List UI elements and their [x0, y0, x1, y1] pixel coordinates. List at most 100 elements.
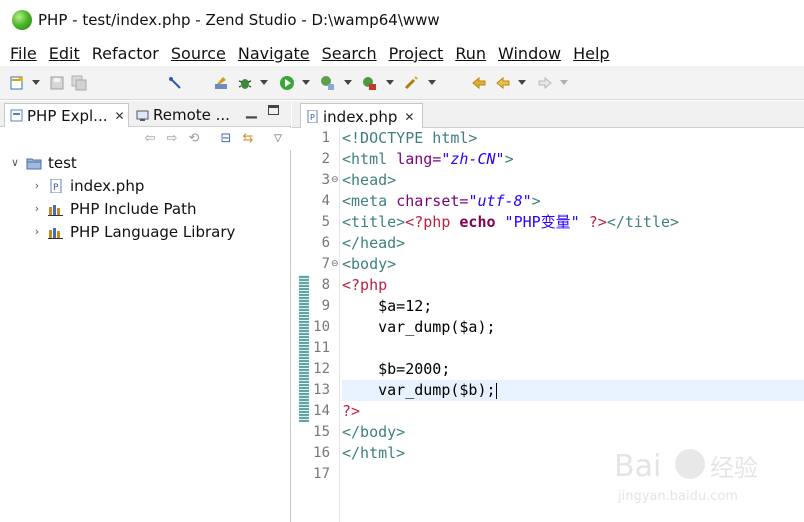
code-line: <body>: [342, 255, 397, 273]
up-nav-icon[interactable]: ⟲: [186, 131, 202, 147]
new-dropdown-icon[interactable]: [32, 80, 40, 85]
tree-label: PHP Include Path: [70, 199, 197, 218]
menu-help[interactable]: Help: [567, 44, 615, 63]
main-toolbar: [0, 66, 804, 100]
svg-text:经验: 经验: [710, 454, 758, 482]
line-number: 12: [313, 361, 330, 377]
menu-edit[interactable]: Edit: [43, 44, 86, 63]
close-icon[interactable]: ✕: [115, 109, 125, 123]
code-line: <?php: [342, 276, 388, 294]
code-line: $a=12;: [342, 297, 433, 315]
debug-pin-icon[interactable]: [166, 74, 184, 92]
close-icon[interactable]: ✕: [404, 110, 414, 124]
save-all-icon[interactable]: [70, 74, 88, 92]
tree-item-test[interactable]: ∨ test: [8, 151, 77, 174]
library-icon: [48, 227, 63, 239]
chevron-right-icon[interactable]: ›: [30, 179, 44, 192]
save-icon[interactable]: [48, 74, 66, 92]
chevron-down-icon[interactable]: ∨: [8, 156, 22, 169]
current-code-line: var_dump($b);: [342, 380, 804, 401]
svg-text:P: P: [310, 113, 315, 122]
chevron-right-icon[interactable]: ›: [30, 202, 44, 215]
back-dropdown-icon[interactable]: [518, 80, 526, 85]
menu-source[interactable]: Source: [165, 44, 232, 63]
php-tools-icon[interactable]: [212, 74, 230, 92]
wand-dropdown-icon[interactable]: [428, 80, 436, 85]
line-number: 11: [313, 340, 330, 356]
line-number: 6: [321, 235, 330, 251]
menu-run[interactable]: Run: [449, 44, 492, 63]
back-nav-icon[interactable]: ⇦: [142, 131, 158, 147]
external-tools-icon[interactable]: [360, 74, 378, 92]
tab-php-explorer-label: PHP Expl...: [27, 106, 108, 125]
wand-icon[interactable]: [402, 74, 420, 92]
line-number: 9: [321, 298, 330, 314]
view-menu-icon[interactable]: ▽: [270, 131, 286, 147]
code-line: <meta charset="utf-8">: [342, 192, 541, 210]
chevron-right-icon[interactable]: ›: [30, 225, 44, 238]
run-dropdown-icon[interactable]: [302, 80, 310, 85]
tree-item-php-include-path[interactable]: › PHP Include Path: [30, 197, 197, 220]
project-folder-icon: [26, 158, 42, 169]
forward-icon[interactable]: [536, 74, 554, 92]
menu-search[interactable]: Search: [316, 44, 383, 63]
new-icon[interactable]: [8, 74, 26, 92]
line-number: 10: [313, 319, 330, 335]
code-line: var_dump($a);: [342, 318, 496, 336]
link-editor-icon[interactable]: ⇆: [240, 131, 256, 147]
svg-text:P: P: [53, 183, 59, 193]
code-line: $b=2000;: [342, 360, 451, 378]
line-number: 7: [321, 256, 330, 272]
collapse-all-icon[interactable]: ⊟: [218, 131, 234, 147]
menu-navigate[interactable]: Navigate: [232, 44, 316, 63]
tree-label: test: [48, 153, 77, 172]
menu-file[interactable]: File: [4, 44, 43, 63]
php-file-icon: P: [50, 178, 62, 193]
tree-item-index-php[interactable]: › P index.php: [30, 174, 145, 197]
tab-index-php[interactable]: P index.php ✕: [300, 103, 424, 129]
window-title: PHP - test/index.php - Zend Studio - D:\…: [38, 11, 440, 29]
library-icon: [48, 204, 63, 216]
quick-diff-change-bar: [299, 275, 309, 422]
tab-remote-systems-label: Remote ...: [153, 106, 230, 124]
menu-project[interactable]: Project: [383, 44, 450, 63]
run-icon[interactable]: [278, 74, 296, 92]
line-number: 1: [321, 130, 330, 146]
line-number: 13: [313, 382, 330, 398]
php-explorer-icon: [10, 109, 23, 122]
back-icon[interactable]: [494, 74, 512, 92]
text-caret: [495, 382, 497, 399]
code-line: <!DOCTYPE html>: [342, 129, 478, 147]
profile-dropdown-icon[interactable]: [344, 80, 352, 85]
code-line: </head>: [342, 234, 406, 252]
menu-refactor[interactable]: Refactor: [86, 44, 165, 63]
tab-php-explorer[interactable]: PHP Expl... ✕: [4, 103, 129, 127]
last-edit-icon[interactable]: [470, 74, 488, 92]
debug-dropdown-icon[interactable]: [260, 80, 268, 85]
minimize-icon[interactable]: ▁: [246, 103, 257, 119]
menu-window[interactable]: Window: [492, 44, 567, 63]
tree-label: PHP Language Library: [70, 222, 236, 241]
code-line: <title><?php echo "PHP变量" ?></title>: [342, 213, 680, 231]
zend-studio-logo-icon: [12, 10, 32, 30]
forward-dropdown-icon[interactable]: [560, 80, 568, 85]
line-number: 3: [321, 172, 330, 188]
menu-bar: File Edit Refactor Source Navigate Searc…: [0, 40, 804, 66]
remote-systems-icon: [136, 110, 149, 121]
fold-toggle-icon[interactable]: ⊖: [331, 170, 339, 191]
forward-nav-icon[interactable]: ⇨: [164, 131, 180, 147]
external-dropdown-icon[interactable]: [386, 80, 394, 85]
line-number: 17: [313, 466, 330, 482]
line-number: 14: [313, 403, 330, 419]
tree-item-php-language-library[interactable]: › PHP Language Library: [30, 220, 236, 243]
fold-toggle-icon[interactable]: ⊖: [331, 254, 339, 275]
tab-remote-systems[interactable]: Remote ...: [131, 103, 237, 127]
maximize-icon[interactable]: [268, 105, 279, 115]
php-explorer-panel: PHP Expl... ✕ Remote ... ▁ ⇦ ⇨ ⟲ ⊟ ⇆ ▽ ∨…: [0, 101, 291, 522]
debug-bug-icon[interactable]: [236, 74, 254, 92]
line-number: 5: [321, 214, 330, 230]
run-profile-icon[interactable]: [318, 74, 336, 92]
code-line: <head>: [342, 171, 397, 189]
line-number: 15: [313, 424, 330, 440]
